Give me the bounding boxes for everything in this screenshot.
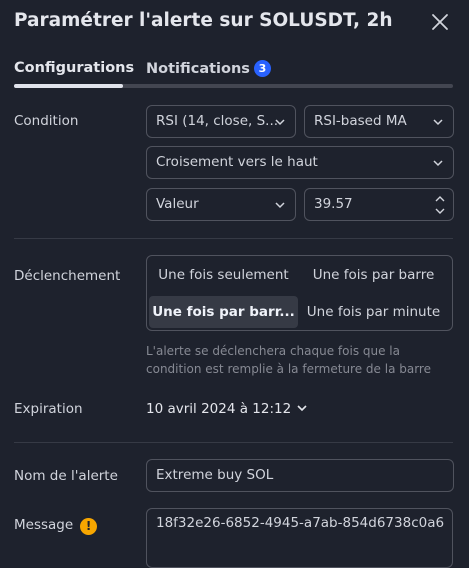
chevron-down-icon [275, 119, 285, 126]
tab-notifications[interactable]: Notifications 3 [146, 60, 271, 77]
section-divider [14, 238, 453, 239]
operator-select-value: Croisement vers le haut [156, 154, 318, 170]
trigger-label: Déclenchement [14, 268, 121, 284]
trigger-option-once[interactable]: Une fois seulement [149, 259, 298, 291]
chevron-down-icon [433, 119, 443, 126]
chevron-down-icon [433, 160, 443, 167]
close-button[interactable] [428, 10, 452, 34]
expiration-date-value: 10 avril 2024 à 12:12 [146, 401, 292, 417]
chevron-down-icon [297, 405, 307, 412]
alert-name-value: Extreme buy SOL [156, 467, 274, 483]
close-icon [432, 14, 448, 30]
trigger-option-once-per-bar-close[interactable]: Une fois par barr... [149, 296, 298, 328]
tab-configurations-label: Configurations [14, 60, 135, 76]
section-divider [14, 442, 453, 443]
alert-name-label: Nom de l'alerte [14, 468, 118, 484]
indicator-select-value: RSI (14, close, S... [156, 113, 279, 129]
source-select-value: RSI-based MA [314, 113, 407, 129]
value-type-select[interactable]: Valeur [146, 188, 296, 221]
tab-notifications-label: Notifications [146, 61, 250, 77]
message-textarea[interactable]: 18f32e26-6852-4945-a7ab-854d6738c0a6 [146, 508, 453, 568]
message-label: Message [14, 517, 74, 533]
expiration-label: Expiration [14, 401, 83, 417]
expiration-date-picker[interactable]: 10 avril 2024 à 12:12 [146, 401, 308, 417]
trigger-option-once-per-minute[interactable]: Une fois par minute [299, 296, 448, 328]
value-input-text: 39.57 [314, 196, 353, 212]
message-label-row: Message! [14, 517, 98, 535]
indicator-select[interactable]: RSI (14, close, S... [146, 105, 296, 138]
warning-icon[interactable]: ! [80, 518, 98, 535]
trigger-options-group: Une fois seulement Une fois par barre Un… [146, 255, 453, 331]
source-select[interactable]: RSI-based MA [304, 105, 454, 138]
trigger-option-once-per-bar[interactable]: Une fois par barre [299, 259, 448, 291]
chevron-down-icon [275, 202, 285, 209]
notifications-count-badge: 3 [253, 60, 271, 77]
value-input[interactable]: 39.57 [304, 188, 454, 221]
tab-configurations[interactable]: Configurations [14, 60, 134, 76]
alert-name-input[interactable]: Extreme buy SOL [146, 459, 454, 492]
active-tab-indicator [14, 84, 123, 88]
condition-label: Condition [14, 113, 79, 129]
trigger-help-text: L'alerte se déclenchera chaque fois que … [146, 344, 431, 376]
operator-select[interactable]: Croisement vers le haut [146, 146, 454, 179]
stepper-icon[interactable] [434, 193, 446, 217]
value-type-select-value: Valeur [156, 196, 199, 212]
message-value: 18f32e26-6852-4945-a7ab-854d6738c0a6 [156, 515, 445, 531]
dialog-title: Paramétrer l'alerte sur SOLUSDT, 2h [14, 10, 393, 31]
